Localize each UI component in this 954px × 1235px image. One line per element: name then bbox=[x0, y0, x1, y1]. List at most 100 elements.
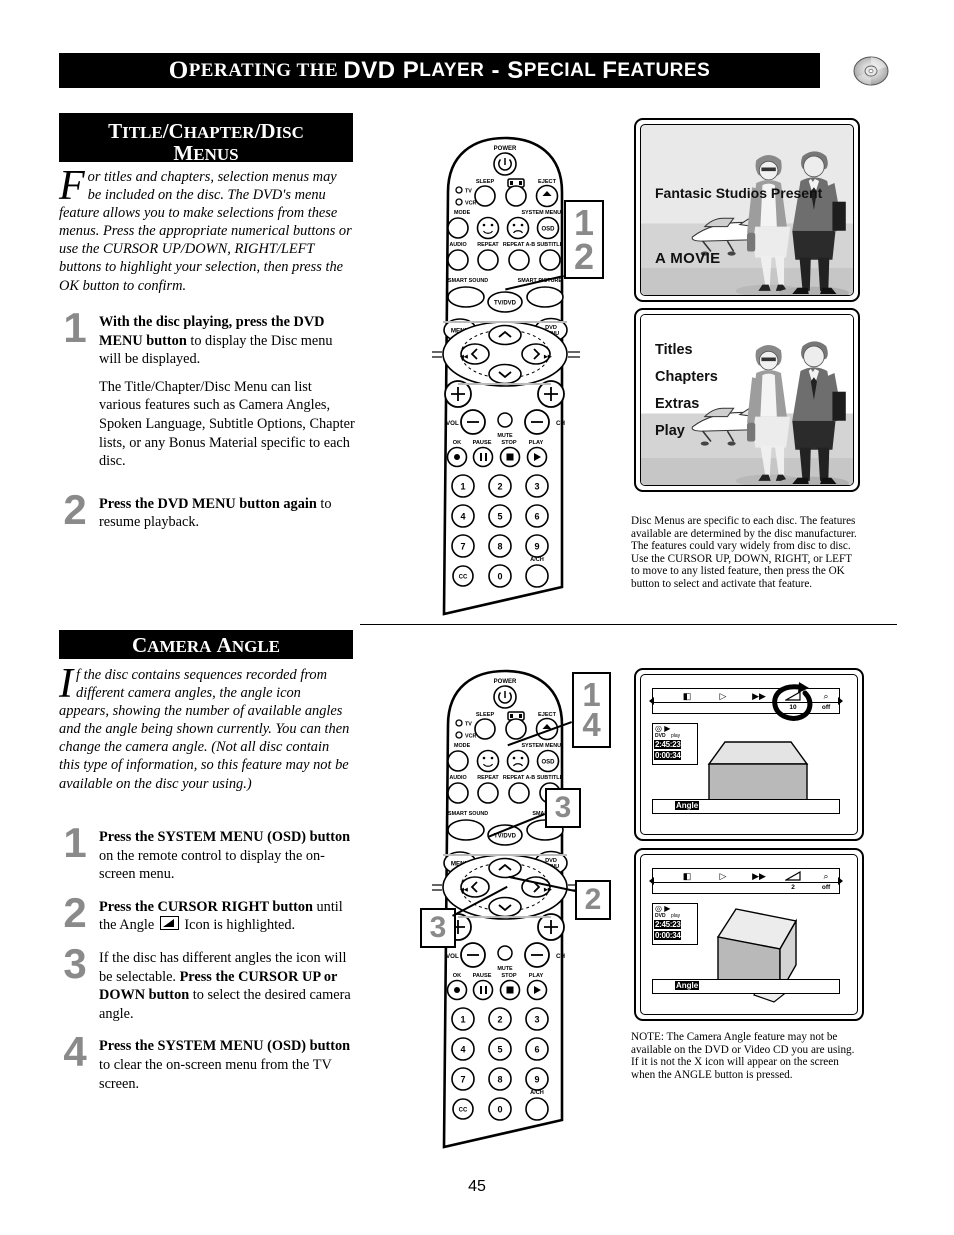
svg-text:CH: CH bbox=[556, 953, 565, 960]
step-item: 3 If the disc has different angles the i… bbox=[59, 942, 355, 1023]
svg-text:2: 2 bbox=[497, 1015, 502, 1025]
step-text-bold: Press the DVD MENU button again bbox=[99, 495, 317, 512]
page-title: O PERATING THE DVD P LAYER - S PECIAL F EATU… bbox=[168, 56, 711, 84]
step-item: 4 Press the SYSTEM MENU (OSD) button to … bbox=[59, 1031, 355, 1093]
callout-number: 3 bbox=[554, 791, 572, 825]
svg-text:5: 5 bbox=[497, 512, 502, 522]
svg-text:OK: OK bbox=[453, 973, 461, 979]
step-number: 2 bbox=[63, 888, 87, 936]
audio-icon[interactable]: ▷ bbox=[715, 871, 731, 882]
osd-total-time: 2:45:23 bbox=[654, 920, 682, 929]
svg-text:SYSTEM MENU: SYSTEM MENU bbox=[521, 743, 561, 749]
angle-demo-shape-front bbox=[707, 741, 809, 800]
section2-intro-text: f the disc contains sequences recorded f… bbox=[59, 667, 350, 792]
svg-text:PAUSE: PAUSE bbox=[473, 440, 492, 446]
step-text-rest: to clear the on-screen menu from the TV … bbox=[99, 1056, 332, 1092]
angle-icon[interactable] bbox=[783, 871, 803, 882]
dropcap-i: I bbox=[59, 661, 73, 707]
svg-text:REPEAT A-B: REPEAT A-B bbox=[503, 242, 535, 248]
step-text: Press the DVD MENU button again to resum… bbox=[99, 495, 355, 532]
step-number: 1 bbox=[63, 304, 87, 351]
svg-text:7: 7 bbox=[460, 542, 465, 552]
osd-angle-label-bar: Angle bbox=[652, 979, 840, 994]
svg-text:SUBTITLE: SUBTITLE bbox=[537, 775, 564, 781]
step-item: 2 Press the CURSOR RIGHT button until th… bbox=[59, 891, 355, 935]
svg-text:EJECT: EJECT bbox=[538, 712, 557, 718]
menu-item-play[interactable]: Play bbox=[655, 418, 718, 445]
svg-text:SMART SOUND: SMART SOUND bbox=[448, 278, 488, 284]
page-header-bar: O PERATING THE DVD P LAYER - S PECIAL F EATU… bbox=[59, 53, 820, 88]
svg-text:VOL: VOL bbox=[446, 420, 459, 427]
step-number: 2 bbox=[63, 485, 87, 533]
fast-forward-icon[interactable]: ▶▶ bbox=[751, 871, 767, 882]
step-number: 1 bbox=[63, 819, 87, 866]
callout-number: 2 bbox=[573, 235, 595, 277]
tv-screen-osd-angle-10: ◧ ▷ ▶▶ ⌕ 10 off ◎ ▶ DVD play 2:45:23 0:0… bbox=[634, 668, 864, 841]
subtitle-icon[interactable]: ◧ bbox=[679, 691, 695, 702]
svg-text:▶▶: ▶▶ bbox=[543, 887, 553, 893]
svg-text:SYSTEM MENU: SYSTEM MENU bbox=[521, 210, 561, 216]
svg-text:REPEAT: REPEAT bbox=[477, 775, 499, 781]
svg-text:TV/DVD: TV/DVD bbox=[494, 834, 517, 840]
svg-text:7: 7 bbox=[460, 1075, 465, 1085]
subtitle-icon[interactable]: ◧ bbox=[679, 871, 695, 882]
svg-text:PLAY: PLAY bbox=[529, 440, 544, 446]
callout-box-3-lower: 3 bbox=[420, 908, 456, 948]
section1-steps: 1 With the disc playing, press the DVD M… bbox=[59, 307, 355, 542]
zoom-icon[interactable]: ⌕ bbox=[818, 871, 834, 882]
svg-text:6: 6 bbox=[534, 1045, 539, 1055]
menu-item-chapters[interactable]: Chapters bbox=[655, 364, 718, 391]
section1-caption: Disc Menus are specific to each disc. Th… bbox=[631, 515, 857, 590]
dvd-disc-icon bbox=[852, 55, 890, 87]
page-number: 45 bbox=[468, 1178, 486, 1195]
svg-text:OSD: OSD bbox=[541, 227, 555, 233]
disc-icon: ◎ bbox=[655, 904, 662, 913]
tv-screen-disc-menu: Titles Chapters Extras Play bbox=[634, 308, 860, 492]
step-number: 4 bbox=[63, 1028, 87, 1076]
osd-disc-play-row: ◎ ▶ bbox=[655, 724, 670, 733]
step-text: Press the CURSOR RIGHT button until the … bbox=[99, 898, 355, 935]
svg-text:0: 0 bbox=[497, 1105, 502, 1115]
callout-number: 3 bbox=[429, 911, 447, 945]
svg-text:OSD: OSD bbox=[541, 760, 555, 766]
tv-screen-movie-title: Fantasic Studios Present A MOVIE bbox=[634, 118, 860, 302]
svg-text:◀◀: ◀◀ bbox=[459, 354, 468, 360]
step-text-bold: Press the SYSTEM MENU (OSD) button bbox=[99, 1038, 351, 1055]
osd-info-box: ◎ ▶ DVD play 2:45:23 0:00:34 bbox=[652, 903, 698, 945]
fast-forward-icon[interactable]: ▶▶ bbox=[751, 691, 767, 702]
angle-value: 2 bbox=[791, 884, 795, 891]
menu-item-titles[interactable]: Titles bbox=[655, 337, 718, 364]
svg-text:A/CH: A/CH bbox=[530, 557, 544, 563]
osd-angle-label: Angle bbox=[675, 981, 700, 990]
step-item: 2 Press the DVD MENU button again to res… bbox=[59, 488, 355, 532]
audio-icon[interactable]: ▷ bbox=[715, 691, 731, 702]
osd-elapsed-time: 0:00:34 bbox=[654, 751, 682, 760]
manual-page: O PERATING THE DVD P LAYER - S PECIAL F EATU… bbox=[0, 0, 954, 1235]
section2-caption: NOTE: The Camera Angle feature may not b… bbox=[631, 1031, 855, 1081]
step-item: 1 With the disc playing, press the DVD M… bbox=[59, 307, 355, 471]
svg-text:8: 8 bbox=[497, 542, 502, 552]
svg-text:CC: CC bbox=[459, 1108, 468, 1114]
osd-disc-type: DVD bbox=[655, 913, 666, 919]
step-number: 3 bbox=[63, 939, 87, 987]
svg-text:CC: CC bbox=[459, 575, 468, 581]
svg-text:9: 9 bbox=[534, 542, 539, 552]
svg-text:TV/DVD: TV/DVD bbox=[494, 301, 517, 307]
osd-play-label: play bbox=[671, 913, 681, 919]
section-title-title-chapter-disc-menus: TITLE/CHAPTER/DISC MENUS bbox=[59, 113, 353, 165]
svg-text:REPEAT: REPEAT bbox=[477, 242, 499, 248]
svg-text:VCR: VCR bbox=[465, 734, 476, 740]
zoom-icon[interactable]: ⌕ bbox=[818, 691, 834, 702]
svg-text:8: 8 bbox=[497, 1075, 502, 1085]
svg-text:1: 1 bbox=[460, 1015, 465, 1025]
tv-screen-osd-angle-2: ◧ ▷ ▶▶ ⌕ 2 off ◎ ▶ DVD play 2:45:23 0:00… bbox=[634, 848, 864, 1021]
dropcap-f: F bbox=[59, 163, 85, 209]
svg-text:MODE: MODE bbox=[454, 210, 471, 216]
movie-artwork bbox=[641, 125, 853, 295]
svg-text:REPEAT A-B: REPEAT A-B bbox=[503, 775, 535, 781]
svg-text:2: 2 bbox=[497, 482, 502, 492]
menu-item-extras[interactable]: Extras bbox=[655, 391, 718, 418]
osd-info-box: ◎ ▶ DVD play 2:45:23 0:00:34 bbox=[652, 723, 698, 765]
step-subtext: The Title/Chapter/Disc Menu can list var… bbox=[99, 378, 355, 470]
osd-angle-label: Angle bbox=[675, 801, 700, 810]
